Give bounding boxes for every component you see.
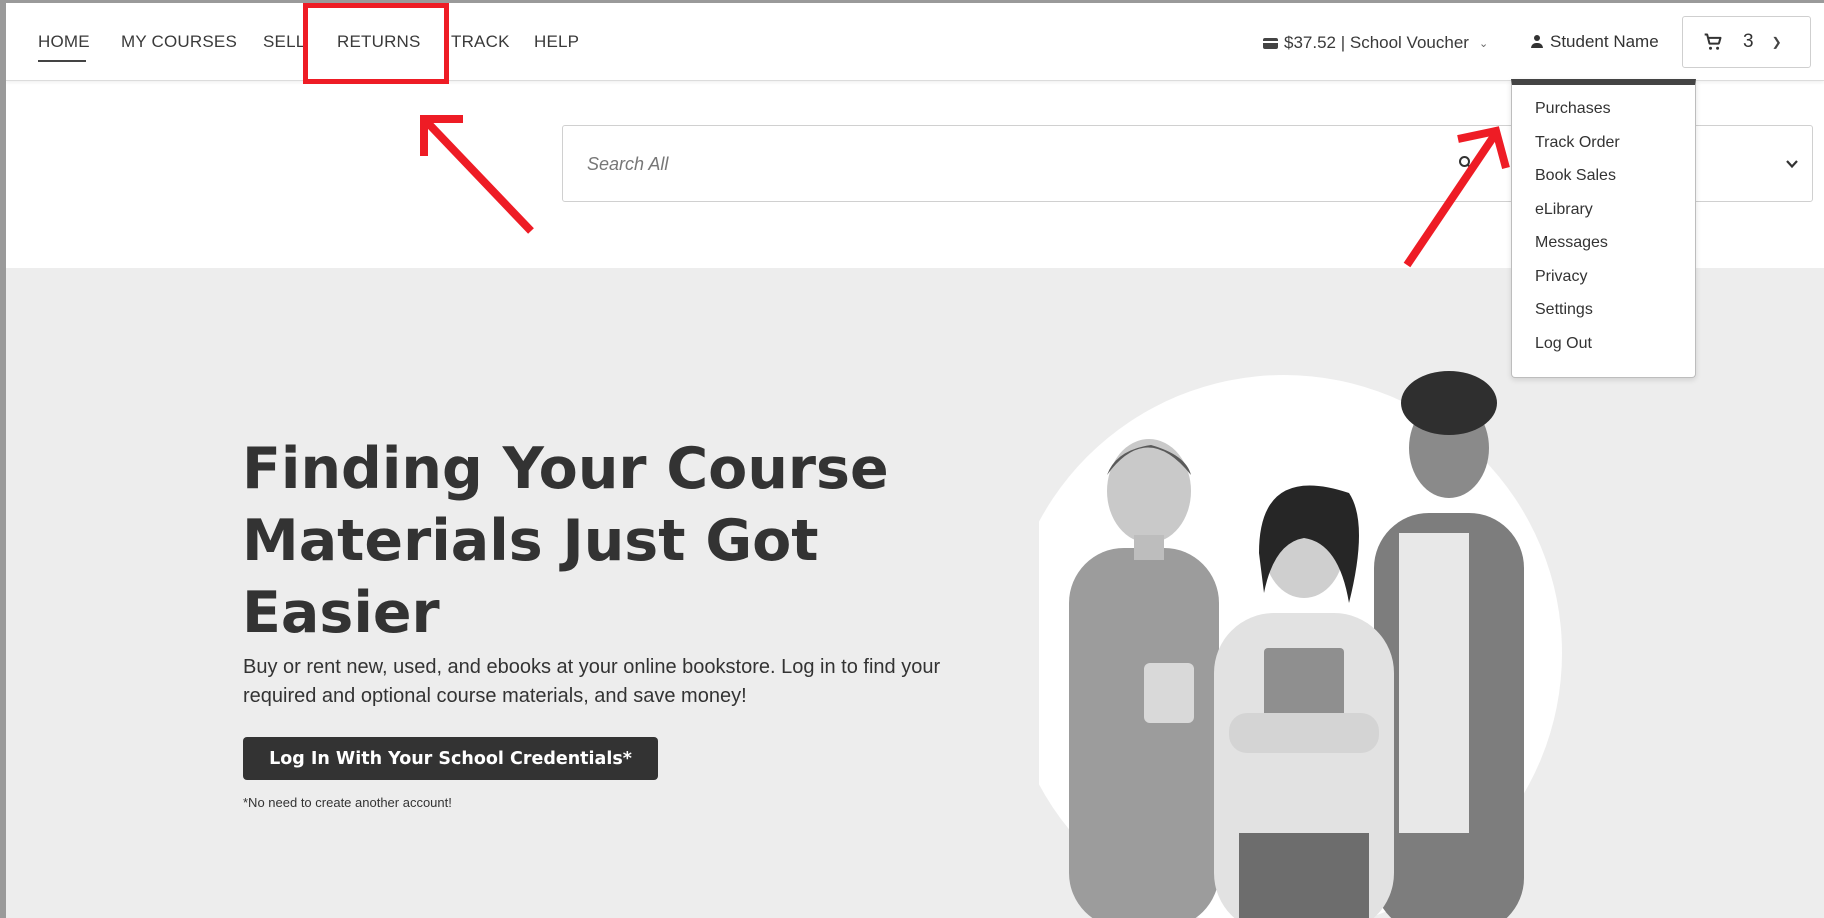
nav-home[interactable]: HOME [38, 32, 90, 52]
user-account-button[interactable]: Student Name [1530, 32, 1659, 52]
user-name: Student Name [1550, 32, 1659, 51]
nav-sell[interactable]: SELL [263, 32, 305, 52]
cart-button[interactable]: 3 ❯ [1682, 16, 1811, 68]
top-navigation: HOME MY COURSES SELL RETURNS TRACK HELP … [6, 3, 1824, 81]
nav-my-courses[interactable]: MY COURSES [121, 32, 237, 52]
menu-item-book-sales[interactable]: Book Sales [1512, 165, 1695, 199]
hero-footnote: *No need to create another account! [243, 795, 452, 810]
students-photo [1039, 371, 1562, 918]
cart-count: 3 [1743, 31, 1754, 52]
menu-item-purchases[interactable]: Purchases [1512, 98, 1695, 132]
search-input[interactable] [585, 150, 1439, 178]
user-account-menu: Purchases Track Order Book Sales eLibrar… [1511, 79, 1696, 378]
person-icon [1530, 35, 1544, 49]
active-nav-underline [38, 60, 86, 62]
search-icon[interactable] [1458, 155, 1474, 171]
browser-page: HOME MY COURSES SELL RETURNS TRACK HELP … [6, 3, 1824, 918]
voucher-label: $37.52 | School Voucher [1284, 33, 1469, 52]
menu-item-settings[interactable]: Settings [1512, 299, 1695, 333]
nav-track[interactable]: TRACK [451, 32, 510, 52]
menu-item-track-order[interactable]: Track Order [1512, 132, 1695, 166]
menu-item-elibrary[interactable]: eLibrary [1512, 199, 1695, 233]
voucher-dropdown[interactable]: $37.52 | School Voucher ⌄ [1263, 33, 1488, 53]
hero-subtitle: Buy or rent new, used, and ebooks at you… [243, 656, 941, 707]
nav-help[interactable]: HELP [534, 32, 579, 52]
cart-icon [1704, 33, 1722, 50]
chevron-down-icon: ❯ [1771, 35, 1782, 49]
hero-title: Finding Your Course Materials Just Got E… [242, 436, 889, 646]
arrow-to-returns-icon [420, 115, 534, 234]
chevron-down-icon: ⌄ [1478, 37, 1489, 50]
menu-item-log-out[interactable]: Log Out [1512, 333, 1695, 367]
menu-item-privacy[interactable]: Privacy [1512, 266, 1695, 300]
login-with-school-credentials-button[interactable]: Log In With Your School Credentials* [243, 737, 658, 780]
card-icon [1263, 37, 1278, 49]
menu-item-messages[interactable]: Messages [1512, 232, 1695, 266]
chevron-down-icon[interactable] [1785, 157, 1799, 171]
highlight-box-returns [303, 3, 449, 84]
